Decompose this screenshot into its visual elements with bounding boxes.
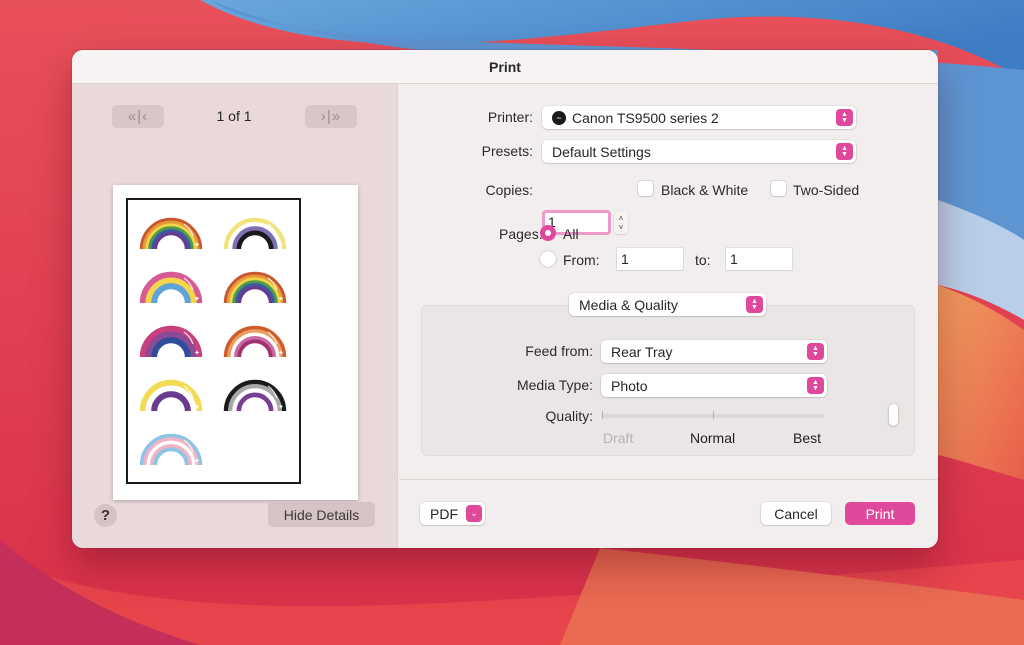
rainbow-thumbnail-transgender: ✦	[139, 433, 203, 466]
pages-to-label: to:	[695, 252, 711, 268]
black-white-checkbox[interactable]	[638, 181, 653, 196]
sparkle-icon: ✦	[194, 241, 200, 249]
rainbow-band	[236, 392, 274, 412]
rainbow-thumbnail-pansexual: ✦	[139, 271, 203, 304]
presets-value: Default Settings	[552, 143, 651, 160]
quality-label: Quality:	[545, 408, 593, 424]
sparkle-icon: ✦	[278, 403, 284, 411]
sparkle-icon: ✦	[194, 295, 200, 303]
rainbow-band	[151, 391, 191, 412]
sparkle-icon: ✦	[278, 241, 284, 249]
rainbow-thumbnail-pride-black-triangle: ✦	[223, 271, 287, 304]
rainbow-band	[153, 447, 189, 466]
two-sided-checkbox[interactable]	[771, 181, 786, 196]
slider-tick-draft	[602, 411, 603, 419]
sparkle-icon: ✦	[278, 295, 284, 303]
rainbow-thumbnail-intersex-nb: ✦	[139, 379, 203, 412]
footer-divider	[399, 479, 938, 480]
sparkle-icon: ✦	[194, 349, 200, 357]
pages-to-input[interactable]: 1	[726, 248, 792, 270]
dialog-title: Print	[72, 50, 938, 84]
rainbow-band	[237, 339, 273, 358]
rainbow-thumbnail-asexual: ✦	[223, 379, 287, 412]
pages-label: Pages:	[499, 226, 543, 242]
rainbow-thumbnail-lesbian: ✦	[223, 325, 287, 358]
page-indicator: 1 of 1	[216, 108, 252, 124]
rainbow-band	[236, 230, 274, 250]
page-preview: ✦ ✦ ✦ ✦ ✦ ✦ ✦ ✦ ✦	[113, 185, 358, 500]
pages-from-label: From:	[563, 252, 600, 268]
chevrons-left-icon: «|‹	[127, 108, 149, 125]
printer-label: Printer:	[487, 109, 533, 125]
media-type-select[interactable]: Photo ▲ ▼	[601, 374, 827, 397]
updown-chevron-icon: ▲ ▼	[836, 109, 853, 126]
quality-normal-label: Normal	[690, 430, 736, 446]
rainbow-band	[151, 283, 191, 304]
chevron-down-icon: ⌄	[466, 505, 482, 522]
pages-all-label: All	[563, 226, 579, 242]
slider-tick-normal	[713, 411, 714, 419]
printer-value: Canon TS9500 series 2	[572, 109, 719, 126]
print-dialog: Print «|‹ 1 of 1 ›|» ✦ ✦ ✦ ✦ ✦ ✦ ✦ ✦ ✦ ? Hide De…	[72, 50, 938, 548]
feed-from-select[interactable]: Rear Tray ▲ ▼	[601, 340, 827, 363]
two-sided-label: Two-Sided	[793, 182, 860, 198]
preview-content-border: ✦ ✦ ✦ ✦ ✦ ✦ ✦ ✦ ✦	[126, 198, 301, 484]
pdf-label: PDF	[430, 505, 458, 522]
quality-draft-label: Draft	[603, 430, 634, 446]
copies-stepper[interactable]: ˄ ˅	[614, 212, 628, 234]
pages-from-input[interactable]: 1	[617, 248, 683, 270]
chevron-down-icon: ˅	[618, 223, 624, 232]
section-value: Media & Quality	[579, 296, 678, 313]
hide-details-button[interactable]: Hide Details	[268, 502, 375, 527]
updown-chevron-icon: ▲ ▼	[807, 343, 824, 360]
copies-label: Copies:	[485, 182, 533, 198]
media-type-value: Photo	[611, 377, 648, 394]
updown-chevron-icon: ▲ ▼	[807, 377, 824, 394]
pdf-menu-button[interactable]: PDF ⌄	[420, 502, 485, 525]
first-previous-page-button[interactable]: «|‹	[112, 105, 164, 128]
rainbow-thumbnail-nonbinary: ✦	[223, 217, 287, 250]
media-type-label: Media Type:	[516, 377, 593, 393]
rainbow-band	[151, 337, 191, 358]
sparkle-icon: ✦	[194, 457, 200, 465]
rainbow-thumbnail-bisexual: ✦	[139, 325, 203, 358]
sparkle-icon: ✦	[278, 349, 284, 357]
question-mark-icon: ?	[100, 507, 111, 524]
updown-chevron-icon: ▲ ▼	[746, 296, 763, 313]
pages-all-radio[interactable]	[540, 225, 556, 241]
rainbow-thumbnail-progress-pride: ✦	[139, 217, 203, 250]
chevrons-right-icon: ›|»	[320, 108, 342, 125]
printer-status-icon: ~	[552, 110, 566, 125]
quality-best-label: Best	[793, 430, 822, 446]
printer-select[interactable]: ~ Canon TS9500 series 2 ▲ ▼	[542, 106, 856, 129]
pages-range-radio[interactable]	[540, 251, 556, 267]
help-button[interactable]: ?	[94, 504, 117, 527]
rainbow-band	[237, 286, 273, 304]
black-white-label: Black & White	[661, 182, 749, 198]
cancel-button[interactable]: Cancel	[761, 502, 831, 525]
feed-from-label: Feed from:	[525, 343, 593, 359]
presets-select[interactable]: Default Settings ▲ ▼	[542, 140, 856, 163]
sparkle-icon: ✦	[194, 403, 200, 411]
next-last-page-button[interactable]: ›|»	[305, 105, 357, 128]
feed-from-value: Rear Tray	[611, 343, 673, 360]
section-select[interactable]: Media & Quality ▲ ▼	[569, 293, 766, 316]
rainbow-band	[153, 232, 189, 250]
settings-pane: Printer: ~ Canon TS9500 series 2 ▲ ▼ Pres…	[399, 84, 938, 548]
presets-label: Presets:	[481, 143, 533, 159]
updown-chevron-icon: ▲ ▼	[836, 143, 853, 160]
print-button[interactable]: Print	[845, 502, 915, 525]
preview-pane: «|‹ 1 of 1 ›|» ✦ ✦ ✦ ✦ ✦ ✦ ✦ ✦ ✦ ? Hide Details	[72, 84, 398, 548]
quality-slider-knob[interactable]	[889, 404, 898, 426]
chevron-up-icon: ˄	[618, 214, 624, 223]
